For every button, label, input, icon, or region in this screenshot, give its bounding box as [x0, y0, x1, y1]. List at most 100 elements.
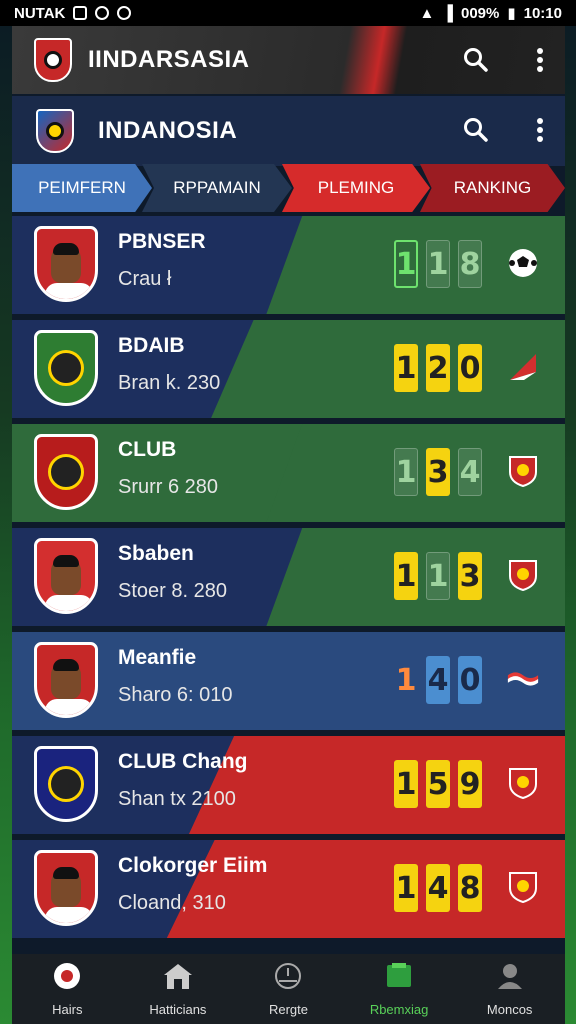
score-digits: 140 — [394, 656, 482, 704]
nav-item-home[interactable]: Hairs — [12, 954, 123, 1024]
list-item[interactable]: CLUB Srurr 6 280 1 3 4 — [12, 424, 565, 522]
status-bar: NUTAK ▲ ▐ 009% ▮ 10:10 — [0, 0, 576, 26]
stadium-icon — [162, 961, 194, 996]
battery-icon: ▮ — [507, 5, 516, 22]
nav-item-stadium[interactable]: Hatticians — [123, 954, 234, 1024]
score-digit: 4 — [426, 656, 450, 704]
score-digit: 0 — [458, 656, 482, 704]
shield-status-icon — [117, 6, 132, 20]
score-digit: 1 — [426, 552, 450, 600]
score-digits: 120 — [394, 344, 482, 392]
club-crest-icon — [34, 746, 98, 822]
tab-label: RANKING — [453, 178, 532, 197]
soccer-ball-icon — [506, 246, 540, 280]
score-digit: 8 — [458, 864, 482, 912]
sub-header: INDANOSIA — [12, 96, 565, 166]
card-title: Sbaben — [118, 542, 194, 565]
card-title: CLUB Chang — [118, 750, 248, 773]
card-subtitle: Shan tx 2100 — [118, 788, 236, 810]
tab-pleming[interactable]: PLEMING — [282, 164, 430, 212]
nav-item-ranking[interactable]: Rbemxiag — [344, 954, 455, 1024]
nav-label: Hairs — [52, 1002, 83, 1017]
list-item[interactable]: CLUB Chang Shan tx 2100 1 5 9 — [12, 736, 565, 834]
nav-item-clock[interactable]: Rergte — [233, 954, 344, 1024]
score-digit: 0 — [458, 344, 482, 392]
bottom-nav: Hairs Hatticians Rergte Rbemxiag Moncos — [12, 954, 565, 1024]
signal-icon: ▐ — [442, 4, 453, 22]
profile-icon — [495, 961, 525, 996]
score-digit: 2 — [426, 344, 450, 392]
home-icon — [52, 961, 82, 996]
more-options-icon[interactable] — [524, 114, 556, 146]
wifi-icon: ▲ — [419, 4, 435, 22]
player-photo — [34, 850, 98, 926]
flag-icon — [506, 350, 540, 384]
tab-label: PEIMFERN — [38, 178, 126, 197]
nav-item-profile[interactable]: Moncos — [454, 954, 565, 1024]
score-digit: 9 — [458, 760, 482, 808]
flag-wave-icon — [506, 662, 540, 696]
app-title: IINDARSASIA — [88, 46, 250, 73]
list-item[interactable]: Sbaben Stoer 8. 280 1 1 3 — [12, 528, 565, 626]
crest-icon — [506, 558, 540, 592]
top-bar: IINDARSASIA — [12, 26, 565, 94]
club-crest-icon — [34, 330, 98, 406]
tab-label: RPPAMAIN — [173, 178, 261, 197]
clock-text: 10:10 — [523, 4, 562, 22]
card-title: CLUB — [118, 438, 177, 461]
score-digits: 118 — [394, 240, 482, 288]
score-digit: 4 — [426, 864, 450, 912]
nav-label: Rbemxiag — [369, 1002, 429, 1017]
card-title: Meanfie — [118, 646, 197, 669]
list-item[interactable]: PBNSER Crau ł 118 — [12, 216, 565, 314]
score-digits: 113 — [394, 552, 482, 600]
card-title: PBNSER — [118, 230, 206, 253]
list-item[interactable]: Clokorger Eiim Cloand, 310 1 4 8 — [12, 840, 565, 938]
card-subtitle: Stoer 8. 280 — [118, 580, 227, 602]
tab-peimfern[interactable]: PEIMFERN — [12, 164, 152, 212]
score-digit: 5 — [426, 760, 450, 808]
nav-label: Hatticians — [149, 1002, 207, 1017]
search-icon[interactable] — [460, 44, 492, 76]
score-digit: 1 — [394, 240, 418, 288]
list-item[interactable]: Meanfie Sharo 6: 010 1 4 0 — [12, 632, 565, 730]
player-photo — [34, 226, 98, 302]
score-digits: 159 — [394, 760, 482, 808]
card-subtitle: Cloand, 310 — [118, 892, 226, 914]
score-digit: 1 — [395, 662, 417, 698]
nav-label: Rergte — [268, 1002, 308, 1017]
league-logo-icon — [36, 109, 74, 153]
score-digits: 148 — [394, 864, 482, 912]
shield-icon — [506, 766, 540, 800]
score-digit: 3 — [458, 552, 482, 600]
battery-text: 009% — [460, 4, 500, 22]
card-title: Clokorger Eiim — [118, 854, 268, 877]
player-photo — [34, 642, 98, 718]
more-options-icon[interactable] — [524, 44, 556, 76]
gallery-icon — [73, 6, 88, 20]
ranking-icon — [384, 961, 414, 996]
score-digit: 3 — [426, 448, 450, 496]
score-digit: 1 — [394, 552, 418, 600]
score-digit: 1 — [394, 448, 418, 496]
card-subtitle: Bran k. 230 — [118, 372, 221, 394]
player-photo — [34, 538, 98, 614]
list-item[interactable]: BDAIB Bran k. 230 1 2 0 — [12, 320, 565, 418]
league-title: INDANOSIA — [98, 117, 238, 144]
tab-ranking[interactable]: RANKING — [420, 164, 565, 212]
score-digit: 1 — [426, 240, 450, 288]
card-subtitle: Crau ł — [118, 268, 172, 290]
tab-rppamain[interactable]: RPPAMAIN — [142, 164, 292, 212]
score-digits: 134 — [394, 448, 482, 496]
score-digit: 8 — [458, 240, 482, 288]
search-icon[interactable] — [460, 114, 492, 146]
club-crest-icon — [34, 434, 98, 510]
card-subtitle: Srurr 6 280 — [118, 476, 219, 498]
score-digit: 1 — [394, 344, 418, 392]
score-digit: 1 — [394, 864, 418, 912]
card-title: BDAIB — [118, 334, 185, 357]
ranking-list: PBNSER Crau ł 1 1 8 BDAIB Bran k. 230 1 2 0 CLUB Sr… — [12, 216, 565, 944]
score-digit: 1 — [394, 760, 418, 808]
app-frame: IINDARSASIA INDANOSIA PEIMFERN RPPAMAIN … — [12, 26, 565, 1024]
tab-bar: PEIMFERN RPPAMAIN PLEMING RANKING — [12, 164, 565, 214]
